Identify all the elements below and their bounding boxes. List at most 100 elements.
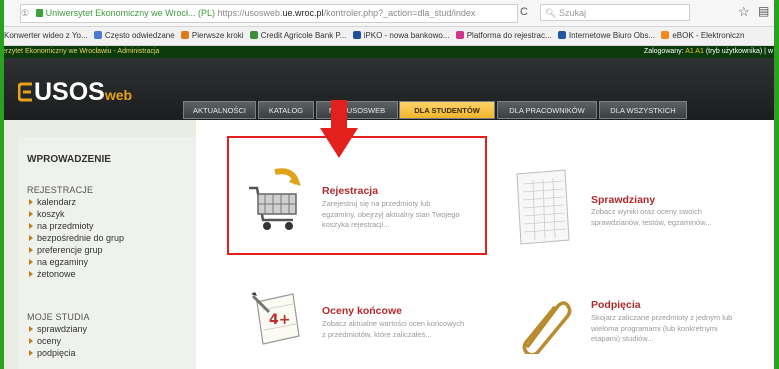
platform-icon [455, 31, 464, 39]
nav-item-egzaminy[interactable]: na egzaminy [29, 257, 88, 267]
bookmark-item[interactable]: iPKO - nowa bankowo... [352, 27, 450, 45]
url-host: ue.wroc.pl [282, 8, 324, 18]
login-status: Zalogowany: A1 A1 (tryb użytkownika) | w [644, 46, 773, 58]
nav-item-label: podpięcia [37, 348, 76, 358]
bullet-icon [29, 326, 33, 332]
card-desc-line: wieloma programami (lub konkretnymi [591, 323, 718, 333]
card-desc-line: sprawdzianów, testów, egzaminów... [591, 217, 712, 227]
paperclip-icon[interactable] [514, 296, 572, 354]
browser-toolbar: ① Uniwersytet Ekonomiczny we Wrocł... (P… [0, 0, 779, 27]
bookmark-label: Internetowe Biuro Obs... [568, 31, 656, 40]
reload-icon[interactable]: C [520, 6, 528, 18]
login-user[interactable]: A1 A1 [685, 48, 704, 55]
firefox-icon [180, 31, 189, 39]
logo-web: web [104, 87, 133, 103]
nav-item-na-przedmioty[interactable]: na przedmioty [29, 221, 94, 231]
bookmark-label: iPKO - nowa bankowo... [363, 31, 450, 40]
nav-section-rejestracje[interactable]: REJESTRACJE [27, 185, 93, 195]
usos-banner: USOSweb AKTUALNOŚCI KATALOG MÓJ USOSWEB … [0, 58, 779, 120]
usosweb-logo[interactable]: USOSweb [17, 78, 133, 107]
left-navigation: WPROWADZENIE REJESTRACJE kalendarz koszy… [18, 137, 196, 369]
bookmark-item[interactable]: Pierwsze kroki [180, 27, 244, 45]
nav-item-preferencje[interactable]: preferencje grup [29, 245, 103, 255]
logo-usos: USOS [34, 78, 105, 106]
bookmark-label: Platforma do rejestrac... [466, 31, 552, 40]
card-desc-line: etapami) studiów... [591, 334, 654, 343]
nav-item-oceny[interactable]: oceny [29, 336, 61, 346]
bullet-icon [29, 235, 33, 241]
nav-item-label: na przedmioty [37, 221, 94, 231]
bookmark-label: eBOK - Elektroniczn [672, 31, 745, 40]
bullet-icon [29, 199, 33, 205]
bookmark-item[interactable]: eBOK - Elektroniczn [661, 27, 744, 45]
bank-icon [352, 31, 361, 39]
login-prefix: Zalogowany: [643, 48, 684, 55]
bookmarks-bar: Konwerter wideo z Yo... Często odwiedzan… [0, 27, 779, 46]
bullet-icon [29, 211, 33, 217]
nav-item-label: na egzaminy [37, 257, 89, 267]
tab-aktualnosci[interactable]: AKTUALNOŚCI [183, 101, 256, 119]
bullet-icon [29, 350, 33, 356]
nav-item-koszyk[interactable]: koszyk [29, 209, 65, 219]
bookmark-item[interactable]: Credit Agricole Bank P... [249, 27, 347, 45]
nav-item-label: preferencje grup [37, 245, 103, 255]
nav-item-zetonowe[interactable]: żetonowe [29, 269, 76, 279]
test-sheet-icon[interactable] [511, 168, 573, 246]
info-icon[interactable]: ① [21, 8, 32, 18]
office-icon [557, 31, 566, 39]
nav-item-label: bezpośrednie do grup [37, 233, 125, 243]
bookmark-item[interactable]: Często odwiedzane [93, 27, 175, 45]
tab-dla-studentow[interactable]: DLA STUDENTÓW [399, 101, 495, 119]
bookmark-item[interactable]: Konwerter wideo z Yo... [4, 27, 88, 45]
url-path: /kontroler.php?_action=dla_stud/index [323, 8, 476, 18]
search-icon: 🔍︎ [545, 8, 559, 18]
usos-logo-icon [17, 82, 32, 102]
nav-section-moje-studia[interactable]: MOJE STUDIA [27, 312, 90, 322]
card-desc-line: Zobacz aktualne wartości ocen końcowych [322, 319, 465, 328]
nav-heading[interactable]: WPROWADZENIE [27, 154, 111, 165]
frame-left [0, 0, 4, 369]
card-oceny-title[interactable]: Oceny końcowe [322, 305, 402, 317]
red-arrow-icon [320, 100, 358, 158]
nav-item-sprawdziany[interactable]: sprawdziany [29, 324, 87, 334]
nav-item-label: koszyk [37, 209, 65, 219]
nav-item-label: oceny [37, 336, 62, 346]
card-podpiecia-title[interactable]: Podpięcia [591, 299, 641, 311]
search-input[interactable]: 🔍︎ Szukaj [540, 4, 690, 21]
reading-list-icon[interactable]: ▤ [758, 4, 769, 18]
nav-item-label: sprawdziany [37, 324, 88, 334]
card-sprawdziany-title[interactable]: Sprawdziany [591, 194, 655, 206]
nav-item-kalendarz[interactable]: kalendarz [29, 197, 76, 207]
url-field[interactable]: ① Uniwersytet Ekonomiczny we Wrocł... (P… [20, 4, 518, 23]
site-identity[interactable]: Uniwersytet Ekonomiczny we Wrocł... (PL) [46, 8, 215, 18]
university-name: erzytet Ekonomiczny we Wrocławiu - Admin… [2, 48, 160, 55]
grade-card-icon[interactable]: 4+ [249, 288, 305, 350]
tab-dla-pracownikow[interactable]: DLA PRACOWNIKÓW [497, 101, 597, 119]
nav-item-label: żetonowe [37, 269, 76, 279]
bookmark-star-icon[interactable]: ☆ [738, 4, 750, 20]
nav-item-label: kalendarz [37, 197, 77, 207]
card-oceny-desc: Zobacz aktualne wartości ocen końcowych … [322, 319, 464, 340]
card-podpiecia-desc: Skojarz zaliczane przedmioty z jednym lu… [591, 313, 732, 345]
card-desc-line: Skojarz zaliczane przedmioty z jednym lu… [591, 313, 733, 322]
tab-katalog[interactable]: KATALOG [258, 101, 314, 119]
nav-item-podpiecia[interactable]: podpięcia [29, 348, 76, 358]
screen: ① Uniwersytet Ekonomiczny we Wrocł... (P… [0, 0, 779, 369]
url-base: https://usosweb. [217, 8, 283, 18]
bullet-icon [29, 223, 33, 229]
bullet-icon [29, 247, 33, 253]
bullet-icon [29, 338, 33, 344]
nav-item-bezposrednie[interactable]: bezpośrednie do grup [29, 233, 124, 243]
lock-icon [35, 9, 43, 17]
folder-icon [93, 31, 102, 39]
ebok-icon [661, 31, 670, 39]
bookmark-label: Często odwiedzane [104, 31, 175, 40]
bullet-icon [29, 259, 33, 265]
bookmark-item[interactable]: Platforma do rejestrac... [455, 27, 552, 45]
bookmark-label: Pierwsze kroki [191, 31, 244, 40]
bookmark-item[interactable]: Internetowe Biuro Obs... [557, 27, 656, 45]
tab-dla-wszystkich[interactable]: DLA WSZYSTKICH [599, 101, 687, 119]
bookmark-label: Konwerter wideo z Yo... [4, 31, 88, 40]
search-placeholder: Szukaj [558, 8, 586, 18]
bookmark-label: Credit Agricole Bank P... [260, 31, 347, 40]
